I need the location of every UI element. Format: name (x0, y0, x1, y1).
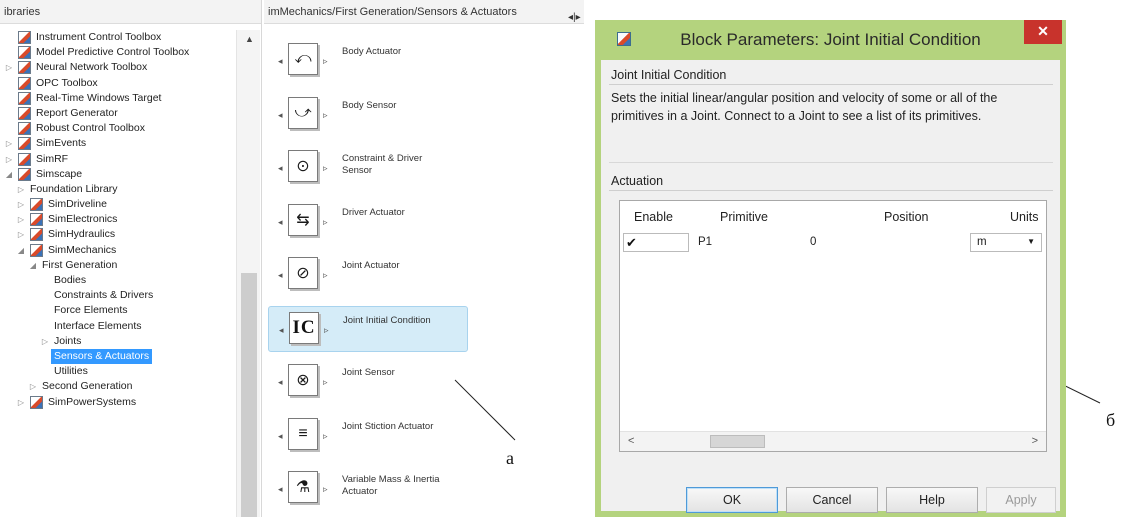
units-value: m (977, 236, 987, 248)
enable-checkbox[interactable]: ✔ (623, 233, 689, 252)
scroll-left-icon[interactable]: < (628, 435, 634, 447)
annotation-b: б (1106, 410, 1116, 430)
help-button[interactable]: Help (886, 487, 978, 513)
annotation-a: а (506, 448, 514, 468)
column-header-units[interactable]: Units (1010, 210, 1038, 224)
column-header-position[interactable]: Position (884, 210, 928, 224)
dialog-title-bar[interactable]: Block Parameters: Joint Initial Conditio… (595, 20, 1066, 60)
units-select[interactable]: m ▼ (970, 233, 1042, 252)
separator (609, 190, 1053, 191)
close-button[interactable]: ✕ (1024, 20, 1062, 44)
horizontal-scrollbar[interactable]: < > (620, 431, 1046, 451)
actuation-table: Enable Primitive Position Units ✔ P1 0 m… (619, 200, 1047, 452)
block-parameters-dialog: Block Parameters: Joint Initial Conditio… (595, 20, 1066, 517)
scroll-right-icon[interactable]: > (1032, 435, 1038, 447)
position-input[interactable]: 0 (810, 236, 816, 248)
primitive-cell: P1 (698, 236, 713, 248)
separator (609, 162, 1053, 163)
dialog-title: Block Parameters: Joint Initial Conditio… (680, 30, 981, 49)
scrollbar-thumb[interactable] (710, 435, 765, 448)
leader-line-a (454, 379, 516, 441)
column-header-enable[interactable]: Enable (634, 210, 673, 224)
dropdown-arrow-icon[interactable]: ▼ (1027, 237, 1035, 246)
checkmark-icon: ✔ (626, 235, 637, 250)
dialog-body: Joint Initial Condition Sets the initial… (601, 60, 1060, 517)
block-type-heading: Joint Initial Condition (611, 68, 727, 82)
actuation-section-label: Actuation (611, 174, 664, 188)
apply-button[interactable]: Apply (986, 487, 1056, 513)
ok-button[interactable]: OK (686, 487, 778, 513)
cancel-button[interactable]: Cancel (786, 487, 878, 513)
separator (609, 84, 1053, 85)
block-description: Sets the initial linear/angular position… (611, 91, 998, 123)
column-header-primitive[interactable]: Primitive (720, 210, 768, 224)
